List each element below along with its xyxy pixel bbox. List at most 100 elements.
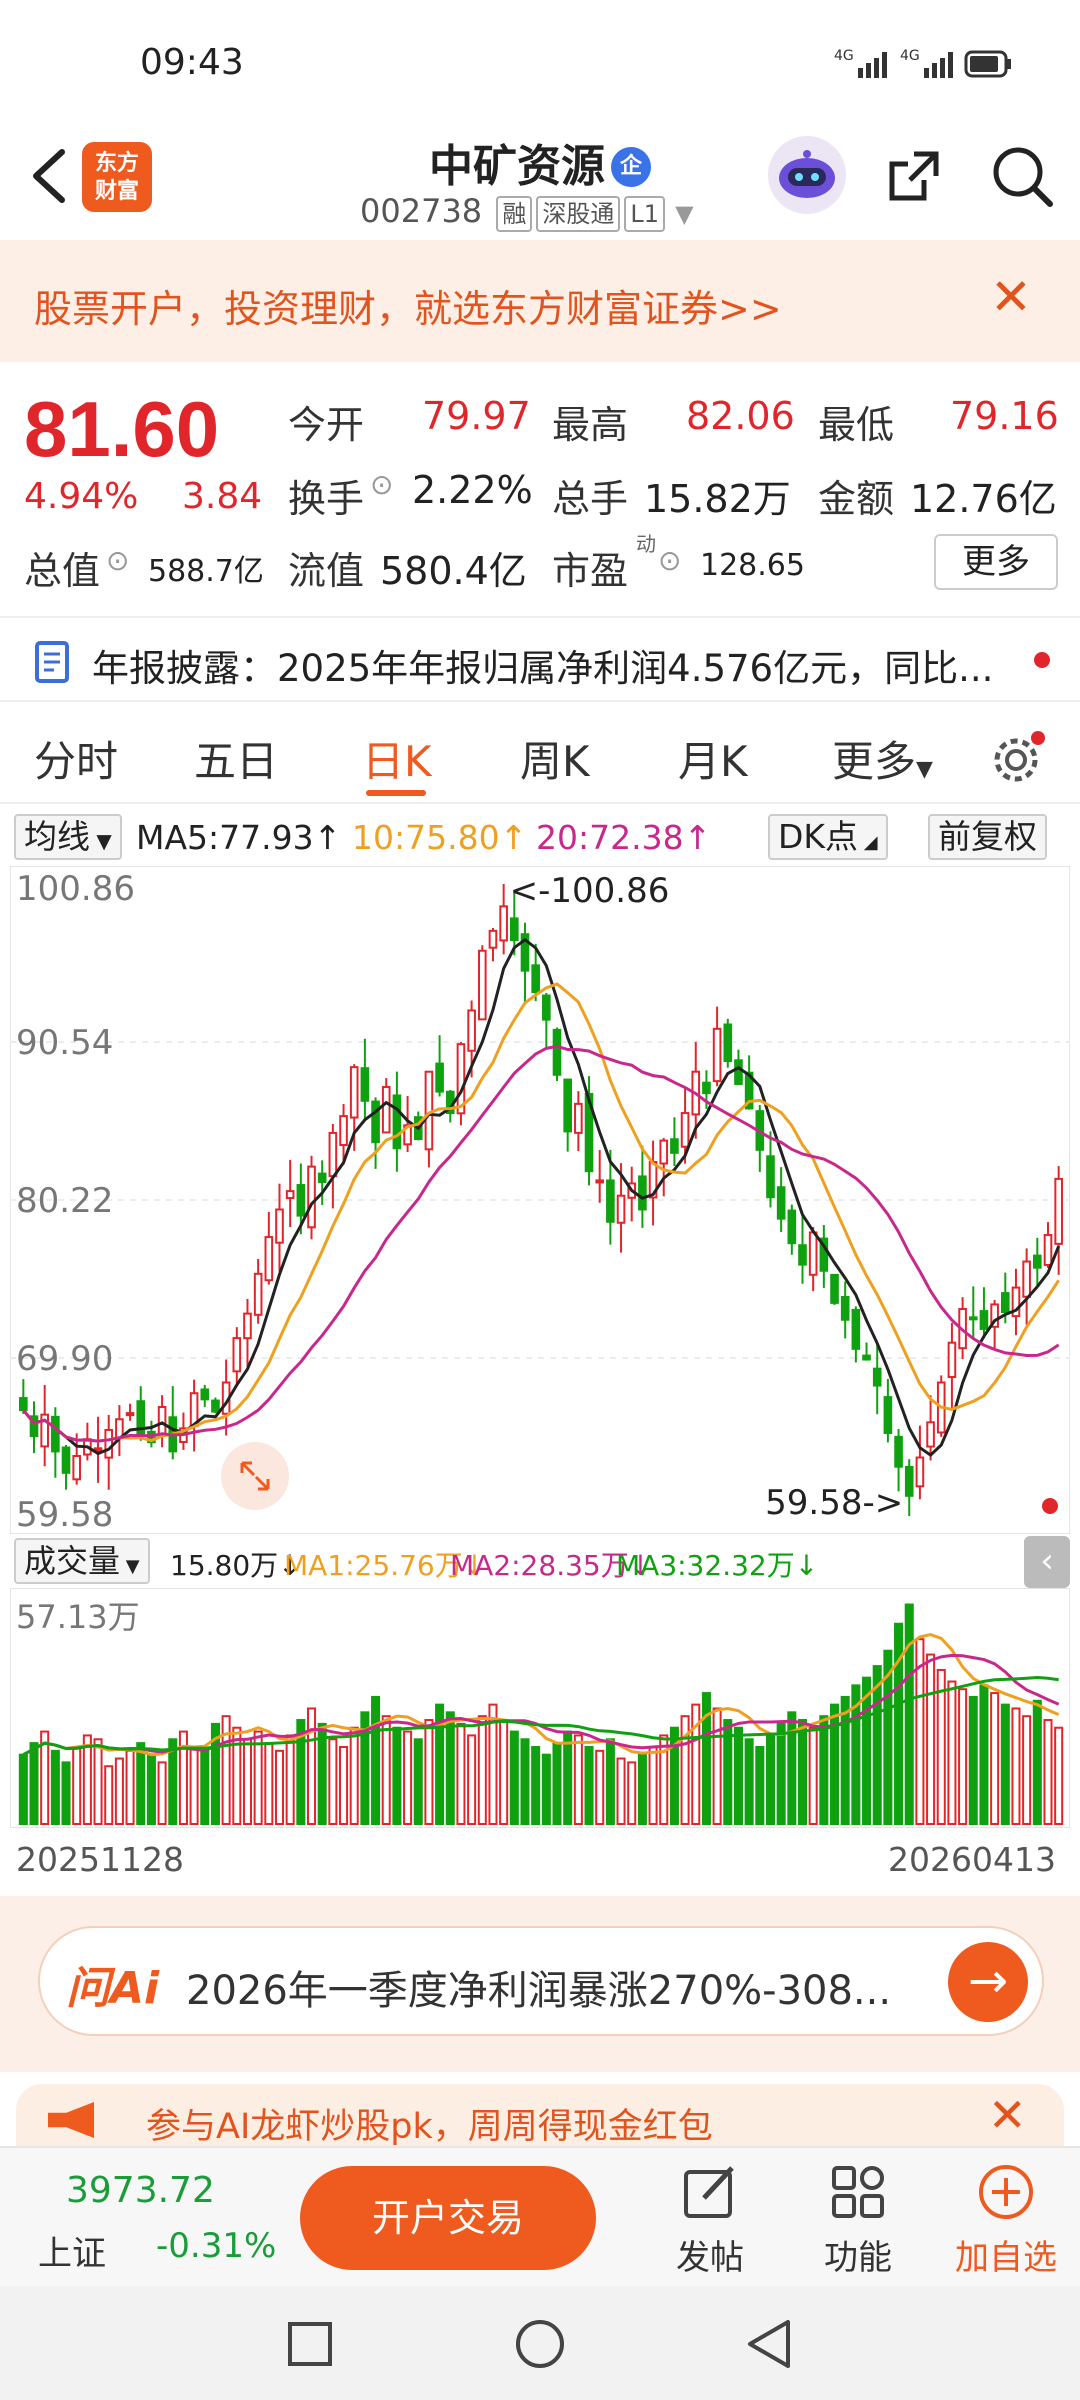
gear-icon[interactable]	[990, 730, 1046, 790]
more-button[interactable]: 更多	[934, 534, 1058, 590]
volume-bar	[328, 1738, 338, 1826]
volume-bar	[637, 1753, 647, 1825]
candle-body	[424, 1070, 434, 1151]
dk-point-selector[interactable]: DK点 ◢	[768, 814, 888, 860]
ma-selector[interactable]: 均线 ▼	[14, 814, 122, 860]
volume-bar	[765, 1734, 776, 1825]
notice-body: 2025年年报归属净利润4.576亿元，同比...	[277, 647, 994, 690]
tab-intraday[interactable]: 分时	[34, 728, 118, 789]
candle-body	[1043, 1234, 1053, 1266]
volume-bar	[648, 1745, 658, 1825]
index-value[interactable]: 3973.72	[66, 2170, 215, 2211]
add-watchlist-button[interactable]: 加自选	[946, 2162, 1066, 2279]
home-icon[interactable]	[514, 2318, 566, 2374]
adjust-selector[interactable]: 前复权	[928, 814, 1047, 860]
notice-label: 年报披露：	[92, 647, 277, 690]
volume-bar	[1032, 1699, 1042, 1825]
dropdown-icon[interactable]: ▼	[675, 200, 693, 228]
volume-bar	[1022, 1715, 1032, 1825]
stock-code-row[interactable]: 002738 融深股通 L1 ▼	[360, 192, 694, 232]
notice-text[interactable]: 年报披露：2025年年报归属净利润4.576亿元，同比...	[92, 638, 993, 692]
svg-text:4G: 4G	[900, 48, 920, 64]
volume-bar	[371, 1695, 381, 1825]
functions-button[interactable]: 功能	[798, 2162, 918, 2279]
volume-bar	[72, 1745, 82, 1825]
tab-monthly-k[interactable]: 月K	[678, 728, 748, 789]
unread-dot	[1034, 652, 1050, 668]
volume-bar	[573, 1734, 583, 1825]
volume-bar	[18, 1753, 28, 1825]
volume-value: 15.82万	[644, 477, 791, 521]
open-account-button[interactable]: 开户交易	[300, 2166, 596, 2270]
turnover-label: 换手	[288, 477, 365, 521]
activity-text[interactable]: 参与AI龙虾炒股pk，周周得现金红包	[146, 2098, 713, 2149]
volume-bar	[477, 1715, 487, 1825]
info-icon[interactable]: ⊙	[106, 544, 129, 577]
volume-chart[interactable]: 57.13万	[10, 1588, 1070, 1828]
active-tab-indicator	[366, 790, 426, 796]
info-icon[interactable]: ⊙	[370, 468, 393, 501]
annual-report-notice[interactable]: 年报披露：2025年年报归属净利润4.576亿元，同比...	[0, 616, 1080, 702]
stock-name: 中矿资源企	[360, 130, 720, 194]
search-icon[interactable]	[990, 144, 1054, 208]
chevron-down-icon: ▼	[120, 1556, 140, 1577]
share-icon[interactable]	[884, 146, 944, 206]
candle-body	[712, 1027, 722, 1083]
volume-bar	[979, 1684, 989, 1825]
candle-body	[915, 1456, 925, 1488]
functions-label: 功能	[824, 2238, 892, 2278]
candle-body	[766, 1155, 775, 1199]
info-icon[interactable]: ⊙	[658, 544, 681, 577]
back-nav-icon[interactable]	[744, 2318, 796, 2374]
connect-tag: 深股通	[536, 196, 621, 232]
tab-five-day[interactable]: 五日	[194, 728, 278, 789]
candle-body	[125, 1412, 135, 1417]
volume-bar	[712, 1707, 722, 1825]
low-label: 最低	[818, 403, 895, 447]
tab-weekly-k[interactable]: 周K	[520, 728, 590, 789]
volume-bar	[947, 1680, 957, 1825]
app-logo[interactable]: 东方 财富	[82, 142, 152, 212]
tab-more-label: 更多	[832, 737, 917, 786]
recent-apps-icon[interactable]	[286, 2320, 334, 2372]
arrow-right-icon[interactable]: →	[948, 1942, 1028, 2022]
ai-robot-icon[interactable]	[768, 136, 846, 214]
post-button[interactable]: 发帖	[650, 2162, 770, 2279]
y-tick-label: 100.86	[16, 869, 135, 909]
promo-text[interactable]: 股票开户，投资理财，就选东方财富证券>>	[34, 278, 782, 333]
volume-bar	[200, 1749, 210, 1826]
volume-selector-label: 成交量	[24, 1542, 121, 1580]
float-label: 流值	[288, 549, 365, 593]
candle-body	[510, 917, 519, 942]
back-icon[interactable]	[22, 146, 82, 206]
low-marker: 59.58->	[765, 1483, 903, 1523]
candle-body	[776, 1186, 786, 1220]
volume-bar	[968, 1695, 978, 1825]
kline-chart[interactable]: 100.86 90.54 80.22 69.90 59.58 <-100.86 59.58-…	[10, 866, 1070, 1534]
activity-banner[interactable]: 参与AI龙虾炒股pk，周周得现金红包 ✕	[16, 2084, 1064, 2150]
expand-icon[interactable]	[221, 1442, 289, 1510]
tab-more[interactable]: 更多▼	[832, 728, 933, 789]
latest-dot	[1042, 1498, 1058, 1514]
index-change[interactable]: -0.31%	[156, 2226, 276, 2266]
end-date: 20260413	[888, 1840, 1056, 1879]
chevron-down-icon: ▼	[916, 757, 933, 782]
volume-bar	[1054, 1726, 1064, 1825]
volume-bar	[958, 1688, 968, 1825]
promo-banner[interactable]: 股票开户，投资理财，就选东方财富证券>> ✕	[0, 240, 1080, 362]
volume-value: 15.80万↓	[170, 1549, 302, 1582]
ai-question-text[interactable]: 2026年一季度净利润暴涨270%-308...	[186, 1958, 891, 2016]
logo-line1: 东方	[94, 151, 139, 176]
tab-daily-k[interactable]: 日K	[362, 728, 432, 789]
ai-question-bar[interactable]: 问Ai 2026年一季度净利润暴涨270%-308... →	[38, 1926, 1044, 2036]
index-name[interactable]: 上证	[38, 2226, 106, 2275]
volume-selector[interactable]: 成交量 ▼	[14, 1538, 150, 1584]
close-icon[interactable]: ✕	[988, 2088, 1027, 2142]
volume-bar	[306, 1707, 317, 1825]
collapse-arrow-icon[interactable]: ‹	[1024, 1536, 1070, 1588]
close-icon[interactable]: ✕	[990, 268, 1032, 326]
volume-bar	[264, 1742, 274, 1825]
high-value: 82.06	[686, 394, 795, 438]
candle-body	[19, 1397, 28, 1412]
ma5-value: MA5:77.93↑	[136, 818, 342, 857]
